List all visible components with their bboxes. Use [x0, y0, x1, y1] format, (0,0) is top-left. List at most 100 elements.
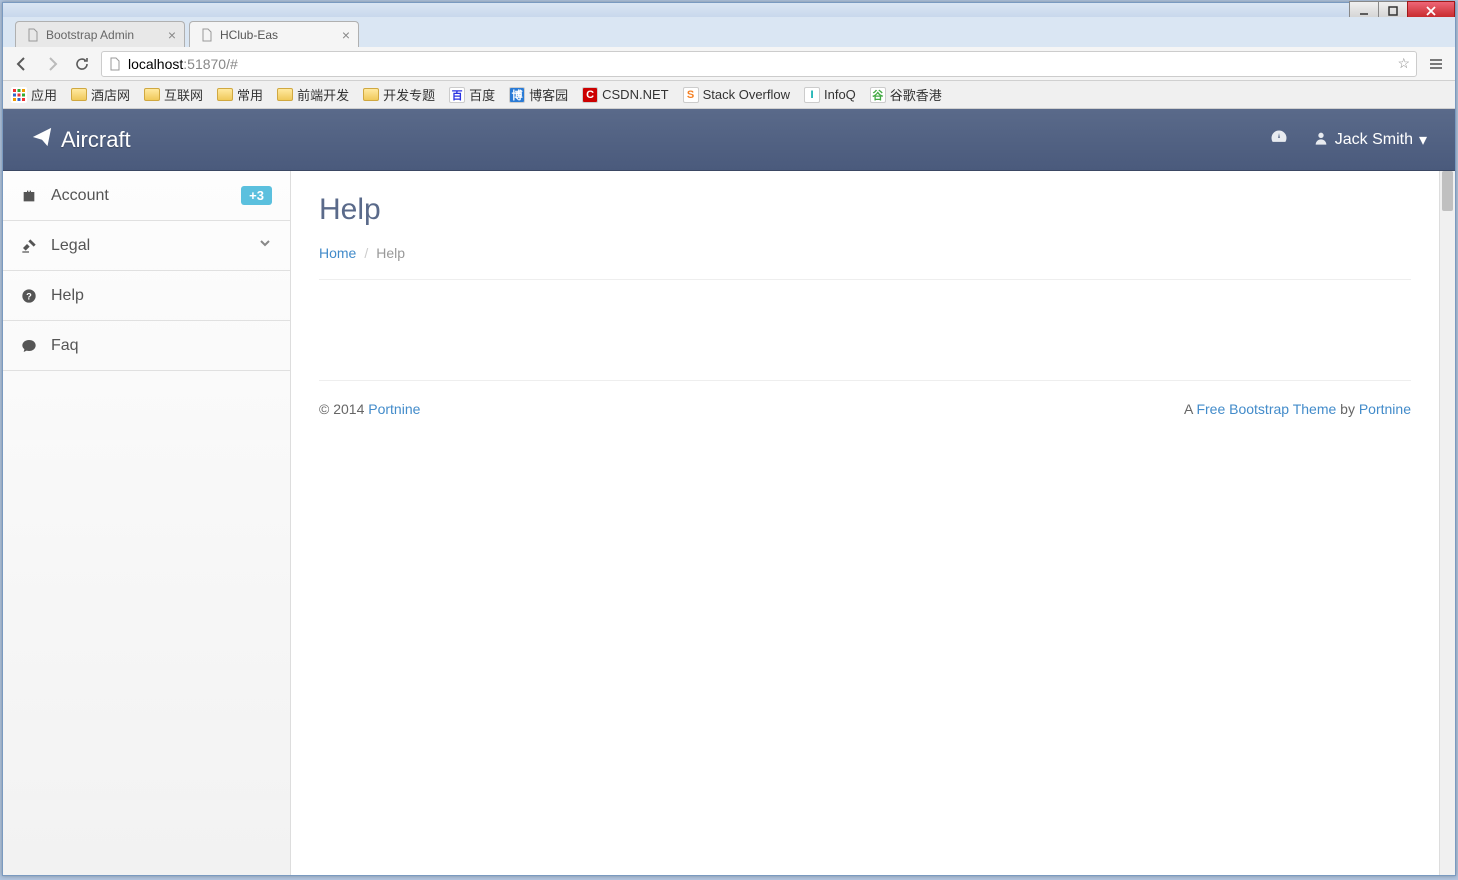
chevron-down-icon: [258, 236, 272, 255]
tab-title: HClub-Eas: [220, 28, 278, 42]
header-right: Jack Smith ▾: [1269, 128, 1427, 153]
bookmark-label: 谷歌香港: [890, 85, 942, 104]
bookmark-label: 开发专题: [383, 85, 435, 104]
paper-plane-icon: [31, 126, 53, 154]
bookmark-label: 互联网: [164, 85, 203, 104]
bookmark-label: Stack Overflow: [703, 87, 790, 102]
tab-title: Bootstrap Admin: [46, 28, 134, 42]
folder-icon: [71, 88, 87, 101]
page-icon: [26, 28, 40, 42]
sidebar-item-legal[interactable]: Legal: [3, 221, 290, 271]
scroll-thumb[interactable]: [1442, 171, 1453, 211]
sidebar-item-account[interactable]: Account +3: [3, 171, 290, 221]
sidebar-item-label: Faq: [51, 337, 79, 355]
bookmark-label: CSDN.NET: [602, 87, 668, 102]
footer-link-portnine[interactable]: Portnine: [368, 401, 420, 417]
tab-close-icon[interactable]: ×: [168, 27, 176, 43]
brand-label: Aircraft: [61, 127, 131, 153]
bookmark-item[interactable]: 互联网: [144, 85, 203, 104]
favicon: 博: [509, 87, 525, 103]
sidebar-item-faq[interactable]: Faq: [3, 321, 290, 371]
bookmark-label: 应用: [31, 85, 57, 104]
copyright-text: © 2014: [319, 401, 368, 417]
tab-close-icon[interactable]: ×: [342, 27, 350, 43]
favicon: S: [683, 87, 699, 103]
bookmark-label: InfoQ: [824, 87, 856, 102]
bookmark-item[interactable]: 开发专题: [363, 85, 435, 104]
bookmark-item[interactable]: 百百度: [449, 85, 495, 104]
footer-right: A Free Bootstrap Theme by Portnine: [1184, 401, 1411, 417]
folder-icon: [217, 88, 233, 101]
sidebar-item-help[interactable]: ? Help: [3, 271, 290, 321]
comment-icon: [21, 338, 39, 354]
back-button[interactable]: [11, 53, 33, 75]
favicon: I: [804, 87, 820, 103]
chrome-menu-button[interactable]: [1425, 53, 1447, 75]
window-titlebar: [3, 3, 1455, 17]
sidebar-item-label: Legal: [51, 237, 90, 255]
breadcrumb: Home / Help: [319, 245, 1411, 280]
bookmark-label: 百度: [469, 85, 495, 104]
question-icon: ?: [21, 288, 39, 304]
sidebar-badge: +3: [241, 186, 272, 205]
bookmark-star-icon[interactable]: ☆: [1397, 55, 1410, 72]
bookmark-label: 前端开发: [297, 85, 349, 104]
favicon: 百: [449, 87, 465, 103]
url-host: localhost: [128, 56, 183, 72]
dashboard-icon[interactable]: [1269, 128, 1289, 153]
sidebar-item-label: Help: [51, 287, 84, 305]
url-bar[interactable]: localhost:51870/# ☆: [101, 51, 1417, 77]
url-path: :51870/#: [183, 56, 238, 72]
apps-icon: [11, 87, 27, 103]
bookmark-item[interactable]: 前端开发: [277, 85, 349, 104]
favicon: 谷: [870, 87, 886, 103]
breadcrumb-current: Help: [376, 245, 405, 261]
app-header: Aircraft Jack Smith ▾: [3, 109, 1455, 171]
footer-link-theme[interactable]: Free Bootstrap Theme: [1196, 401, 1336, 417]
main-content: Help Home / Help © 2014 Portnine A Free …: [291, 171, 1439, 875]
sidebar-item-label: Account: [51, 187, 109, 205]
caret-down-icon: ▾: [1419, 130, 1427, 150]
vertical-scrollbar[interactable]: [1439, 171, 1455, 875]
bookmark-item[interactable]: S Stack Overflow: [683, 87, 790, 103]
bookmark-label: 常用: [237, 85, 263, 104]
reload-button[interactable]: [71, 53, 93, 75]
page-title: Help: [319, 193, 1411, 227]
page-icon: [108, 57, 122, 71]
app-wrap: Aircraft Jack Smith ▾ Account +3 Legal? Hel…: [3, 109, 1455, 875]
bookmark-item[interactable]: 常用: [217, 85, 263, 104]
user-name: Jack Smith: [1335, 131, 1413, 149]
browser-window: Bootstrap Admin × HClub-Eas × localhost:…: [2, 2, 1456, 876]
folder-icon: [277, 88, 293, 101]
browser-tab-active[interactable]: HClub-Eas ×: [189, 21, 359, 47]
gavel-icon: [21, 238, 39, 254]
bookmark-item[interactable]: 博博客园: [509, 85, 568, 104]
breadcrumb-separator: /: [364, 245, 368, 261]
folder-icon: [363, 88, 379, 101]
bookmark-item[interactable]: C CSDN.NET: [582, 87, 668, 103]
briefcase-icon: [21, 188, 39, 204]
favicon: C: [582, 87, 598, 103]
user-icon: [1313, 130, 1329, 151]
bookmark-item[interactable]: 谷谷歌香港: [870, 85, 942, 104]
app-body: Account +3 Legal? Help Faq Help Home / Help …: [3, 171, 1455, 875]
page-icon: [200, 28, 214, 42]
footer-left: © 2014 Portnine: [319, 401, 420, 417]
tab-strip: Bootstrap Admin × HClub-Eas ×: [3, 17, 1455, 47]
svg-text:?: ?: [26, 291, 32, 301]
bookmark-label: 酒店网: [91, 85, 130, 104]
bookmark-item[interactable]: 酒店网: [71, 85, 130, 104]
bookmark-item[interactable]: 应用: [11, 85, 57, 104]
nav-bar: localhost:51870/# ☆: [3, 47, 1455, 81]
bookmark-item[interactable]: I InfoQ: [804, 87, 856, 103]
bookmark-bar: 应用 酒店网 互联网 常用 前端开发 开发专题百百度博博客园 C CSDN.NET S Stack…: [3, 81, 1455, 109]
brand[interactable]: Aircraft: [31, 126, 131, 154]
sidebar: Account +3 Legal? Help Faq: [3, 171, 291, 875]
footer-link-portnine2[interactable]: Portnine: [1359, 401, 1411, 417]
user-menu[interactable]: Jack Smith ▾: [1313, 130, 1427, 151]
footer: © 2014 Portnine A Free Bootstrap Theme b…: [319, 380, 1411, 417]
forward-button[interactable]: [41, 53, 63, 75]
bookmark-label: 博客园: [529, 85, 568, 104]
browser-tab-inactive[interactable]: Bootstrap Admin ×: [15, 21, 185, 47]
breadcrumb-home[interactable]: Home: [319, 245, 356, 261]
